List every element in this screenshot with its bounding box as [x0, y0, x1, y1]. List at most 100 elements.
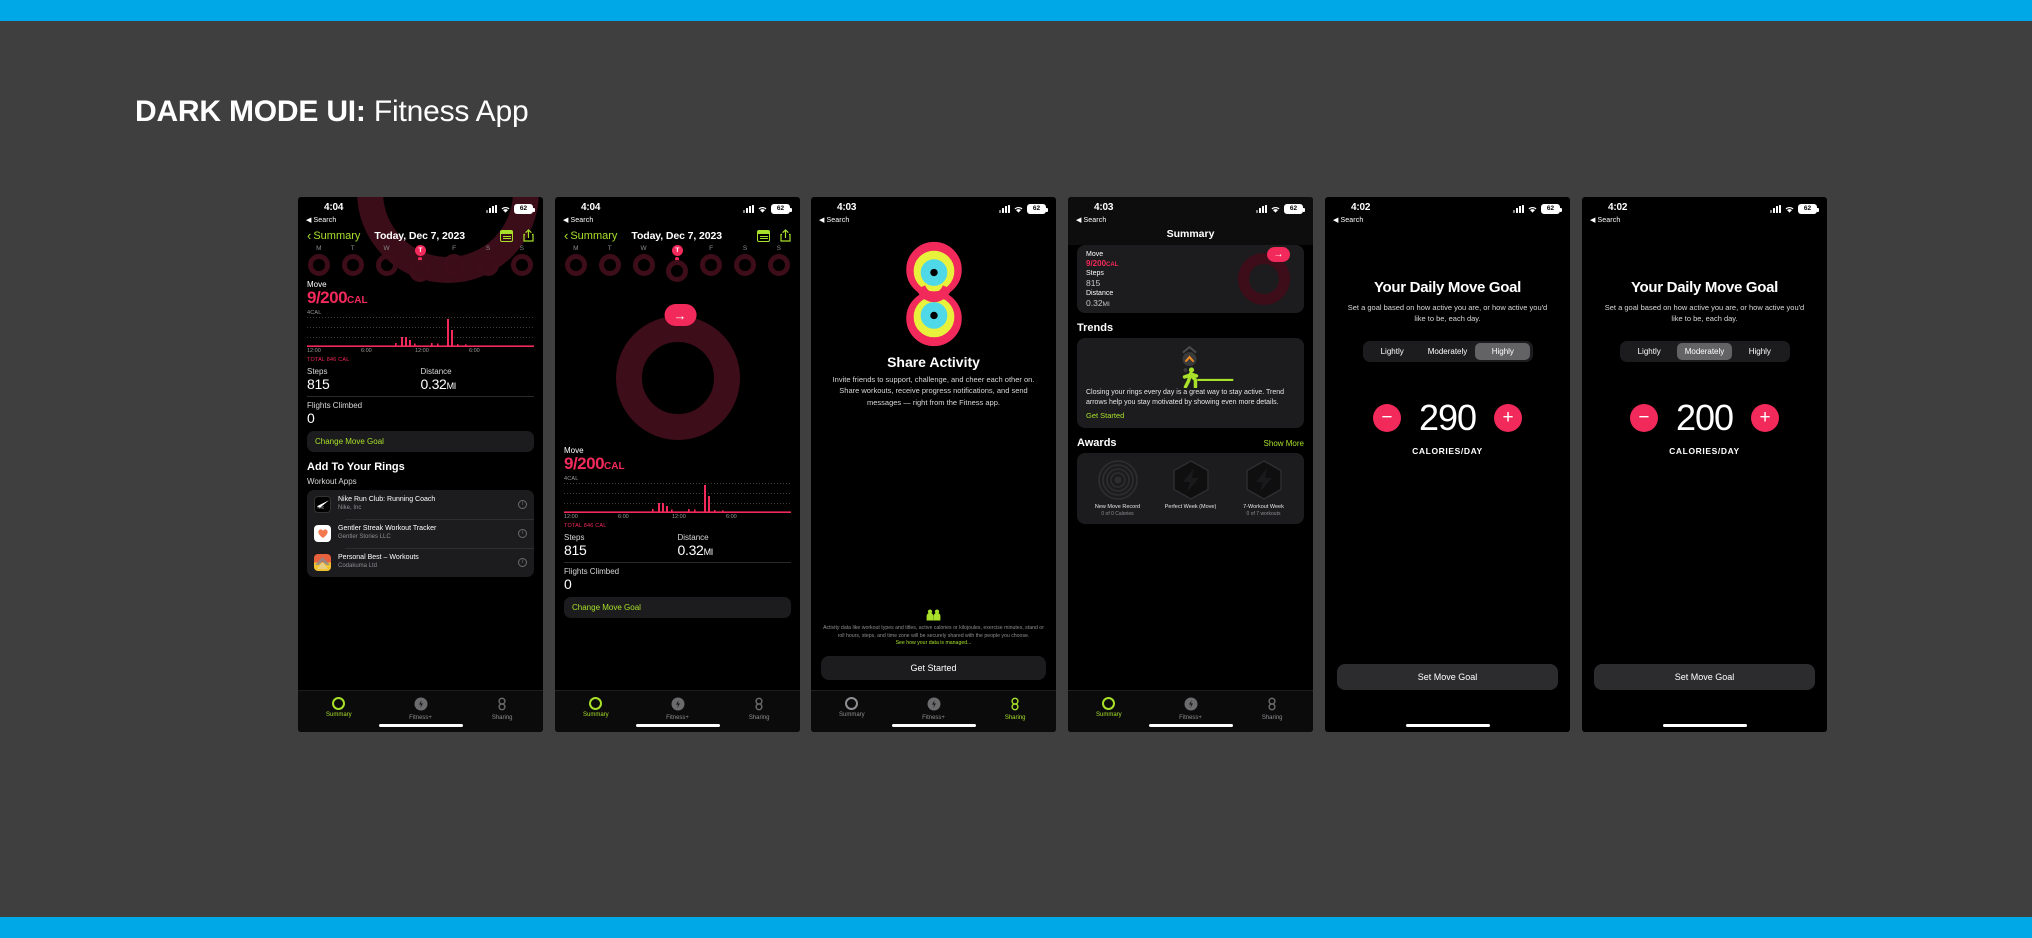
segment-moderately[interactable]: Moderately [1420, 343, 1475, 360]
tab-fitness-plus[interactable]: Fitness+ [380, 697, 462, 721]
week-day-cell-today[interactable]: T [407, 245, 433, 282]
home-indicator[interactable] [1148, 723, 1233, 727]
calendar-icon[interactable] [757, 229, 770, 242]
status-indicators: 62 [1770, 204, 1819, 214]
metric-steps: Steps 815 [564, 533, 678, 558]
change-move-goal-button[interactable]: Change Move Goal [564, 596, 791, 618]
week-day-cell[interactable]: M [306, 245, 332, 282]
segment-lightly[interactable]: Lightly [1622, 343, 1677, 360]
week-day-cell[interactable]: W [374, 245, 400, 282]
ring-arrow-badge[interactable]: → [1267, 247, 1290, 262]
segment-moderately[interactable]: Moderately [1676, 342, 1733, 360]
status-bar: 4:02 ◀ Search 62 [1325, 197, 1570, 227]
tab-sharing[interactable]: Sharing [1231, 697, 1313, 721]
decrement-button[interactable]: − [1372, 403, 1401, 432]
tab-fitness-plus[interactable]: Fitness+ [1150, 697, 1232, 721]
week-day-cell[interactable]: S [475, 245, 501, 282]
tab-bar: Summary Fitness+ Sharing [555, 690, 800, 732]
award-item[interactable]: 7-Workout Week 0 of 7 workouts [1227, 460, 1300, 518]
back-button[interactable]: ‹ Summary [307, 229, 360, 242]
segment-lightly[interactable]: Lightly [1365, 343, 1420, 360]
day-ring [443, 254, 466, 276]
nike-icon: NRC [314, 495, 331, 513]
week-day-cell[interactable]: T [597, 245, 623, 282]
week-day-cell[interactable]: F [698, 245, 724, 282]
wifi-icon [500, 205, 511, 214]
tab-sharing[interactable]: Sharing [461, 697, 543, 721]
goal-unit-label: CALORIES/DAY [1669, 445, 1740, 456]
tab-summary[interactable]: Summary [555, 697, 637, 718]
goal-value: 290 [1418, 396, 1477, 438]
tab-sharing[interactable]: Sharing [718, 697, 800, 721]
cellular-signal-icon [1770, 205, 1781, 213]
set-move-goal-button[interactable]: Set Move Goal [1594, 664, 1815, 690]
fitness-plus-icon [671, 697, 685, 711]
segment-highly[interactable]: Highly [1475, 342, 1531, 360]
tab-summary[interactable]: Summary [811, 697, 893, 718]
battery-level: 62 [1032, 204, 1041, 212]
list-item[interactable]: NRC Nike Run Club: Running Coach Nike, I… [307, 490, 534, 519]
status-back-to-search[interactable]: ◀ Search [306, 216, 336, 224]
status-back-to-search[interactable]: ◀ Search [563, 216, 593, 224]
tab-label: Sharing [491, 715, 513, 721]
activity-level-segmented-control[interactable]: Lightly Moderately Highly [1619, 340, 1790, 362]
trends-get-started-link[interactable]: Get Started [1086, 411, 1295, 420]
list-item[interactable]: Gentler Streak Workout Tracker Gentler S… [307, 518, 534, 548]
week-day-cell[interactable]: S [766, 245, 792, 282]
decrement-button[interactable]: − [1629, 403, 1658, 432]
home-indicator[interactable] [891, 723, 976, 727]
home-indicator[interactable] [635, 723, 720, 727]
share-icon[interactable] [780, 229, 791, 242]
status-back-to-search[interactable]: ◀ Search [1590, 216, 1620, 224]
tab-fitness-plus[interactable]: Fitness+ [893, 697, 975, 721]
info-icon[interactable]: i [518, 528, 527, 538]
change-move-goal-button[interactable]: Change Move Goal [307, 430, 534, 452]
week-day-cell[interactable]: M [563, 245, 589, 282]
tab-summary[interactable]: Summary [298, 697, 380, 718]
trends-card[interactable]: Closing your rings every day is a great … [1077, 338, 1304, 429]
status-back-to-search[interactable]: ◀ Search [819, 216, 849, 224]
status-back-to-search[interactable]: ◀ Search [1333, 216, 1363, 224]
tab-sharing[interactable]: Sharing [974, 697, 1056, 721]
increment-button[interactable]: + [1751, 403, 1780, 432]
goal-unit-label: CALORIES/DAY [1412, 445, 1483, 456]
week-day-cell-today[interactable]: T [664, 245, 690, 282]
tab-fitness-plus[interactable]: Fitness+ [637, 697, 719, 721]
week-day-cell[interactable]: S [732, 245, 758, 282]
tab-label: Summary [326, 712, 352, 718]
week-day-cell[interactable]: W [631, 245, 657, 282]
home-indicator[interactable] [1405, 723, 1490, 727]
calendar-icon[interactable] [500, 229, 513, 242]
week-day-cell[interactable]: S [509, 245, 535, 282]
week-day-label-today: T [671, 245, 683, 256]
ring-arrow-badge[interactable]: → [664, 304, 697, 326]
status-back-to-search[interactable]: ◀ Search [1076, 216, 1106, 224]
home-indicator[interactable] [1662, 723, 1747, 727]
list-item[interactable]: Personal Best – Workouts Codakuma Ltd i [307, 547, 534, 577]
back-button[interactable]: ‹ Summary [564, 229, 617, 242]
info-icon[interactable]: i [518, 557, 527, 567]
tab-bar: Summary Fitness+ Sharing [1068, 690, 1313, 732]
get-started-button[interactable]: Get Started [821, 656, 1046, 680]
week-day-cell[interactable]: T [340, 245, 366, 282]
bottom-accent-bar [0, 917, 2032, 938]
activity-level-segmented-control[interactable]: Lightly Moderately Highly [1362, 340, 1533, 362]
home-indicator[interactable] [378, 723, 463, 727]
svg-text:NRC: NRC [317, 506, 324, 509]
battery-level: 62 [776, 204, 785, 212]
summary-card[interactable]: Move 9/200CAL Steps 815 Distance 0.32MI … [1077, 245, 1304, 313]
chart-tick: 6:00 [618, 513, 629, 520]
increment-button[interactable]: + [1494, 403, 1523, 432]
week-day-cell[interactable]: F [441, 245, 467, 282]
metric-steps: Steps 815 [307, 367, 421, 392]
tab-summary[interactable]: Summary [1068, 697, 1150, 718]
info-icon[interactable]: i [518, 499, 527, 509]
segment-highly[interactable]: Highly [1732, 343, 1787, 360]
set-move-goal-button[interactable]: Set Move Goal [1337, 664, 1558, 690]
share-icon[interactable] [523, 229, 534, 242]
share-legal-link[interactable]: See how your data is managed... [896, 640, 972, 646]
award-item[interactable]: Perfect Week (Move) [1154, 460, 1227, 518]
week-strip: M T W T F S S [298, 244, 543, 282]
show-more-link[interactable]: Show More [1264, 439, 1304, 448]
award-item[interactable]: New Move Record 0 of 0 Calories [1081, 460, 1154, 518]
